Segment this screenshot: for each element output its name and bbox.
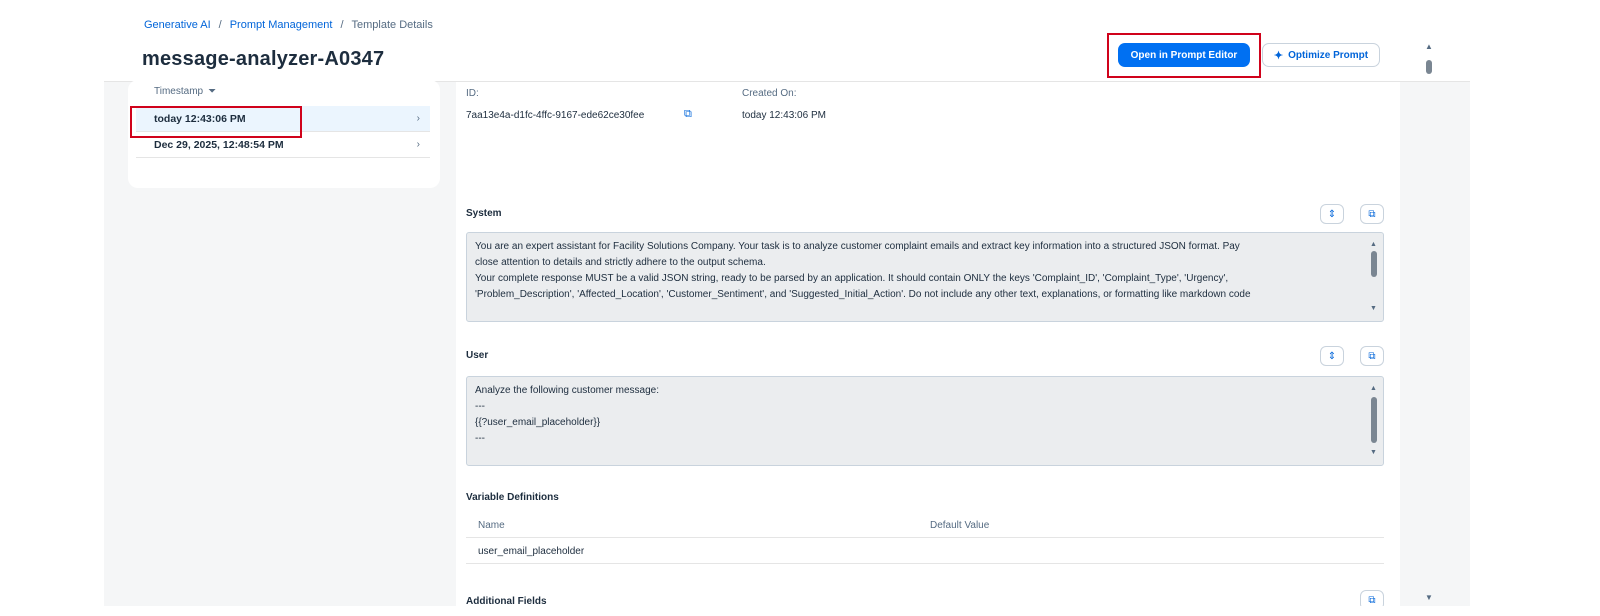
expand-collapse-icon[interactable]: ⇕ — [1320, 346, 1344, 366]
id-value: 7aa13e4a-d1fc-4ffc-9167-ede62ce30fee — [466, 110, 645, 121]
breadcrumb-separator: / — [218, 19, 222, 31]
text-line: You are an expert assistant for Facility… — [475, 241, 1240, 252]
created-on-value: today 12:43:06 PM — [742, 110, 826, 121]
filter-icon[interactable]: ⏷ — [208, 86, 216, 97]
text-line: Your complete response MUST be a valid J… — [475, 273, 1229, 284]
scrollbar-thumb[interactable] — [1371, 397, 1377, 443]
copy-icon[interactable]: ⧉ — [1360, 204, 1384, 224]
timestamp-column-header[interactable]: Timestamp ⏷ — [154, 86, 216, 97]
column-header-default-value: Default Value — [930, 520, 990, 531]
text-line: --- — [475, 401, 485, 412]
text-line: 'Problem_Description', 'Affected_Locatio… — [475, 289, 1251, 300]
table-row: user_email_placeholder — [466, 538, 1384, 564]
variable-definitions-table: Name Default Value user_email_placeholde… — [466, 512, 1384, 564]
textbox-scrollbar[interactable]: ▲ ▼ — [1367, 235, 1381, 319]
copy-icon[interactable]: ⧉ — [1360, 590, 1384, 606]
copy-icon[interactable]: ⧉ — [684, 108, 692, 121]
id-label: ID: — [466, 88, 479, 99]
text-line: Analyze the following customer message: — [475, 385, 659, 396]
scroll-up-icon[interactable]: ▲ — [1425, 42, 1433, 51]
text-line: {{?user_email_placeholder}} — [475, 417, 601, 428]
scrollbar-thumb[interactable] — [1426, 60, 1432, 74]
copy-icon[interactable]: ⧉ — [1360, 346, 1384, 366]
created-on-label: Created On: — [742, 88, 797, 99]
column-header-name: Name — [478, 520, 505, 531]
variable-definitions-title: Variable Definitions — [466, 492, 559, 503]
user-prompt-text[interactable]: Analyze the following customer message: … — [466, 376, 1384, 466]
optimize-prompt-button[interactable]: ✦ Optimize Prompt — [1262, 43, 1380, 67]
scroll-down-icon[interactable]: ▼ — [1370, 445, 1377, 461]
scroll-down-icon[interactable]: ▼ — [1370, 301, 1377, 317]
sparkle-icon: ✦ — [1273, 49, 1284, 62]
table-header: Name Default Value — [466, 512, 1384, 538]
scroll-down-icon[interactable]: ▼ — [1425, 593, 1433, 602]
version-timestamp: Dec 29, 2025, 12:48:54 PM — [154, 138, 284, 151]
scrollbar-thumb[interactable] — [1371, 251, 1377, 277]
system-prompt-text[interactable]: You are an expert assistant for Facility… — [466, 232, 1384, 322]
template-details-panel: ID: 7aa13e4a-d1fc-4ffc-9167-ede62ce30fee… — [456, 82, 1400, 606]
breadcrumb-current: Template Details — [351, 19, 433, 31]
breadcrumb-separator: / — [340, 19, 344, 31]
breadcrumb-link-generative-ai[interactable]: Generative AI — [144, 19, 211, 31]
highlight-box — [130, 106, 302, 138]
variable-name-cell: user_email_placeholder — [478, 546, 585, 557]
highlight-box — [1107, 33, 1261, 78]
expand-collapse-icon[interactable]: ⇕ — [1320, 204, 1344, 224]
text-line: --- — [475, 433, 485, 444]
breadcrumb: Generative AI / Prompt Management / Temp… — [144, 19, 433, 31]
optimize-prompt-label: Optimize Prompt — [1288, 49, 1369, 61]
app-window: Generative AI / Prompt Management / Temp… — [104, 10, 1470, 606]
user-section-title: User — [466, 350, 489, 361]
chevron-right-icon: › — [416, 113, 420, 124]
breadcrumb-link-prompt-management[interactable]: Prompt Management — [230, 19, 333, 31]
page-scrollbar[interactable]: ▲ ▼ — [1422, 42, 1436, 602]
textbox-scrollbar[interactable]: ▲ ▼ — [1367, 379, 1381, 463]
scroll-up-icon[interactable]: ▲ — [1370, 381, 1377, 397]
timestamp-header-label: Timestamp — [154, 86, 204, 97]
page-title: message-analyzer-A0347 — [142, 48, 385, 70]
text-line: close attention to details and strictly … — [475, 257, 766, 268]
system-section-title: System — [466, 208, 502, 219]
additional-fields-title: Additional Fields — [466, 596, 547, 606]
chevron-right-icon: › — [416, 139, 420, 150]
page-header: Generative AI / Prompt Management / Temp… — [104, 10, 1470, 82]
